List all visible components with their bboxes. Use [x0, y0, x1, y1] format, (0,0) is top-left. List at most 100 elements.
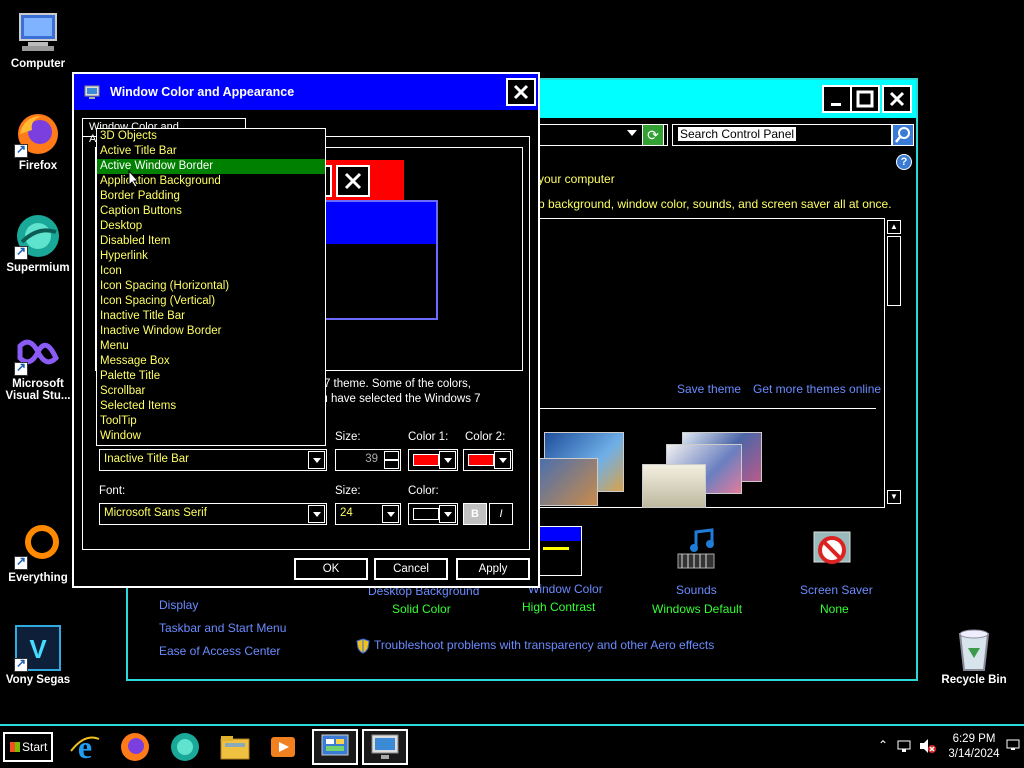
dropdown-option[interactable]: 3D Objects — [97, 129, 325, 144]
desktop-icon-label: Vony Segas — [5, 674, 71, 686]
chevron-down-icon[interactable] — [308, 505, 325, 523]
screen-saver-icon[interactable] — [810, 528, 856, 572]
font-color-picker[interactable] — [408, 503, 458, 525]
help-button[interactable]: ? — [896, 154, 912, 170]
minimize-icon — [831, 103, 841, 106]
desktop-icon-firefox[interactable]: Firefox — [0, 110, 76, 172]
display-link[interactable]: Display — [159, 598, 198, 612]
ease-of-access-link[interactable]: Ease of Access Center — [159, 644, 280, 658]
theme-list-scrollbar[interactable]: ▲ ▼ — [884, 218, 904, 508]
item-size-spinner[interactable]: 39 — [335, 449, 401, 471]
font-size-select[interactable]: 24 — [335, 503, 401, 525]
window-color-thumb[interactable] — [538, 526, 582, 576]
item-select[interactable]: Inactive Title Bar — [99, 449, 327, 471]
search-button[interactable] — [892, 124, 914, 146]
dropdown-option[interactable]: Active Title Bar — [97, 144, 325, 159]
dropdown-option[interactable]: Disabled Item — [97, 234, 325, 249]
italic-button[interactable]: I — [489, 503, 513, 525]
theme-thumbnail[interactable] — [538, 432, 628, 508]
troubleshoot-aero-link[interactable]: Troubleshoot problems with transparency … — [374, 638, 714, 652]
chevron-down-icon[interactable] — [382, 505, 399, 523]
scroll-up-arrow-icon[interactable]: ▲ — [887, 220, 901, 234]
dropdown-option[interactable]: Inactive Title Bar — [97, 309, 325, 324]
sounds-icon[interactable] — [674, 528, 722, 572]
taskbar-file-explorer[interactable] — [212, 729, 258, 765]
taskbar-start-menu-link[interactable]: Taskbar and Start Menu — [159, 621, 286, 635]
color1-picker[interactable] — [408, 449, 458, 471]
theme-note-text: s 7 theme. Some of the colors, ou have s… — [315, 377, 481, 407]
font-color-label: Color: — [408, 485, 439, 497]
taskbar-media-player[interactable] — [260, 729, 306, 765]
taskbar-internet-explorer[interactable]: e — [62, 729, 108, 765]
chevron-down-icon[interactable] — [494, 451, 511, 469]
get-more-themes-link[interactable]: Get more themes online — [753, 382, 881, 396]
screen-saver-link[interactable]: Screen Saver — [800, 583, 873, 597]
dropdown-option[interactable]: Caption Buttons — [97, 204, 325, 219]
sounds-link[interactable]: Sounds — [676, 583, 717, 597]
theme-thumbnail[interactable] — [642, 432, 762, 508]
visual-studio-icon — [14, 328, 62, 376]
dropdown-option[interactable]: Hyperlink — [97, 249, 325, 264]
everything-icon — [14, 522, 62, 570]
show-hidden-icons-button[interactable]: ⌃ — [878, 738, 888, 752]
dropdown-option[interactable]: Desktop — [97, 219, 325, 234]
desktop-icon-computer[interactable]: Computer — [0, 8, 76, 70]
taskbar-display-settings[interactable] — [362, 729, 408, 765]
color2-picker[interactable] — [463, 449, 513, 471]
show-desktop-button[interactable] — [1006, 738, 1020, 755]
apply-button[interactable]: Apply — [456, 558, 530, 580]
desktop-icon-recycle-bin[interactable]: Recycle Bin — [936, 624, 1012, 686]
scrollbar-thumb[interactable] — [887, 236, 901, 306]
dropdown-option[interactable]: Scrollbar — [97, 384, 325, 399]
shortcut-arrow-icon — [14, 142, 28, 158]
minimize-button[interactable] — [822, 85, 852, 113]
dropdown-option[interactable]: Message Box — [97, 354, 325, 369]
window-color-value: High Contrast — [522, 600, 596, 614]
network-icon[interactable] — [896, 738, 912, 757]
dropdown-option[interactable]: ToolTip — [97, 414, 325, 429]
dropdown-option[interactable]: Selected Items — [97, 399, 325, 414]
shortcut-arrow-icon — [14, 244, 28, 260]
dialog-title-bar[interactable]: Window Color and Appearance — [74, 74, 538, 110]
dropdown-option[interactable]: Window — [97, 429, 325, 444]
start-button[interactable]: Start — [3, 732, 53, 762]
save-theme-link[interactable]: Save theme — [677, 382, 741, 396]
dropdown-option[interactable]: Icon Spacing (Vertical) — [97, 294, 325, 309]
size-label: Size: — [335, 431, 361, 443]
close-button[interactable] — [882, 85, 912, 113]
maximize-button[interactable] — [850, 85, 880, 113]
taskbar-firefox[interactable] — [112, 729, 158, 765]
desktop-icon-vony-segas[interactable]: V Vony Segas — [0, 624, 76, 686]
dropdown-option[interactable]: Palette Title — [97, 369, 325, 384]
desktop-icon-everything[interactable]: Everything — [0, 522, 76, 584]
shortcut-arrow-icon — [14, 360, 28, 376]
supermium-icon — [14, 212, 62, 260]
spin-down-icon[interactable] — [384, 460, 399, 469]
refresh-button[interactable]: ⟳ — [642, 124, 664, 146]
dropdown-option[interactable]: Border Padding — [97, 189, 325, 204]
chevron-down-icon[interactable] — [439, 451, 456, 469]
ok-button[interactable]: OK — [294, 558, 368, 580]
font-select[interactable]: Microsoft Sans Serif — [99, 503, 327, 525]
desktop-icon-label: Everything — [8, 572, 68, 584]
bold-button[interactable]: B — [463, 503, 487, 525]
chevron-down-icon[interactable] — [439, 505, 456, 523]
scroll-down-arrow-icon[interactable]: ▼ — [887, 490, 901, 504]
dropdown-option[interactable]: Inactive Window Border — [97, 324, 325, 339]
spin-up-icon[interactable] — [384, 451, 399, 460]
dropdown-option[interactable]: Menu — [97, 339, 325, 354]
cancel-button[interactable]: Cancel — [374, 558, 448, 580]
volume-muted-icon[interactable] — [918, 738, 936, 757]
dropdown-option[interactable]: Icon — [97, 264, 325, 279]
chevron-down-icon[interactable] — [308, 451, 325, 469]
desktop-icon-visual-studio[interactable]: Microsoft Visual Stu... — [0, 328, 76, 402]
taskbar-control-panel[interactable] — [312, 729, 358, 765]
clock[interactable]: 6:29 PM 3/14/2024 — [942, 732, 1006, 762]
search-input[interactable]: Search Control Panel — [672, 124, 892, 146]
desktop-icon-label: Computer — [10, 58, 66, 70]
desktop-icon-supermium[interactable]: Supermium — [0, 212, 76, 274]
chevron-down-icon[interactable] — [627, 130, 637, 136]
dropdown-option[interactable]: Icon Spacing (Horizontal) — [97, 279, 325, 294]
dialog-close-button[interactable] — [506, 78, 536, 106]
taskbar-supermium[interactable] — [162, 729, 208, 765]
